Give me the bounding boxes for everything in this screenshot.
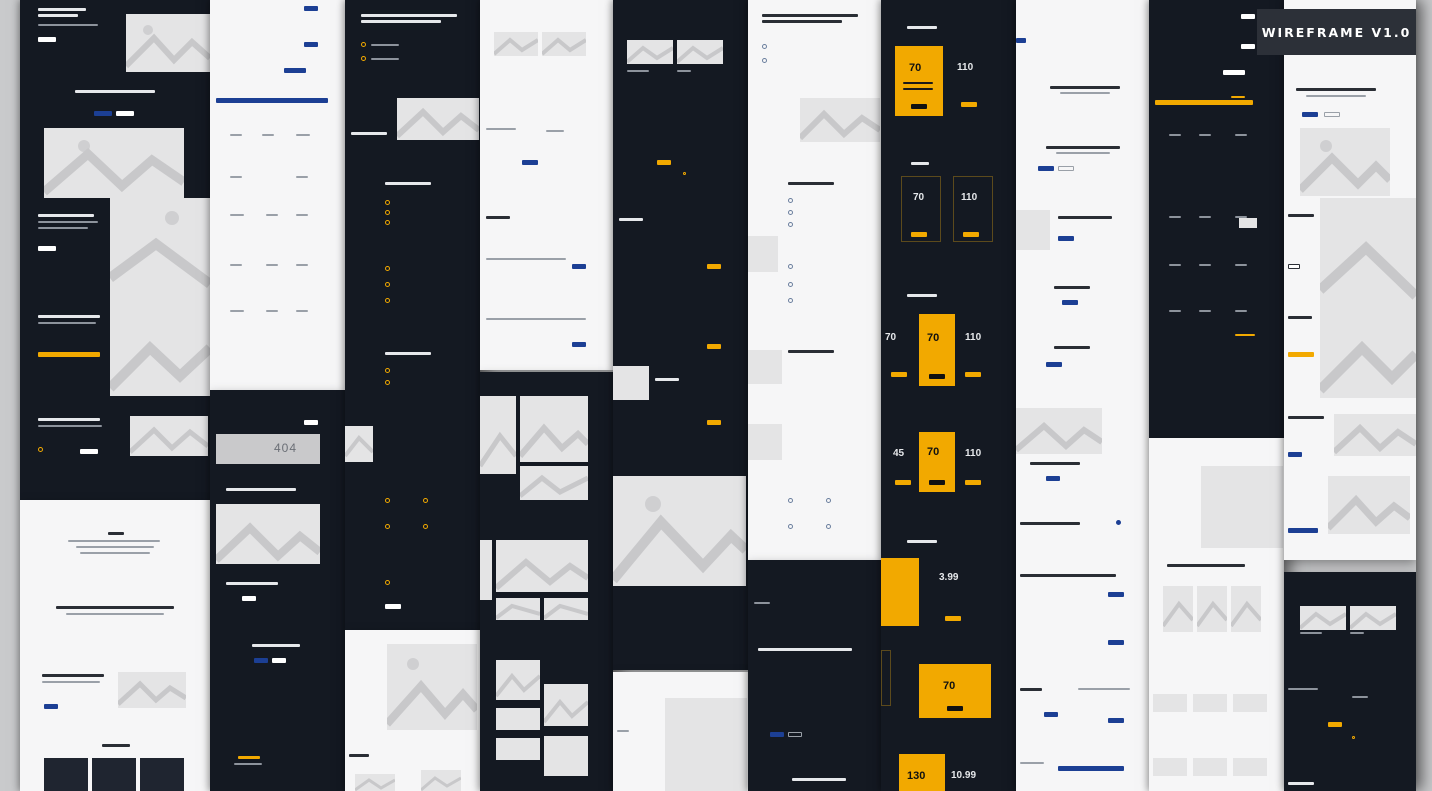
image-placeholder <box>1163 586 1193 632</box>
image-placeholder <box>44 128 184 198</box>
pricing-card: 70 <box>895 46 943 116</box>
wireframe-page <box>345 630 480 791</box>
image-placeholder <box>627 40 673 64</box>
image-placeholder <box>496 708 540 730</box>
image-placeholder <box>496 738 540 760</box>
image-placeholder <box>544 598 588 620</box>
pricing-card: 70 <box>919 432 955 492</box>
wireframe-column-8 <box>1016 0 1149 791</box>
image-placeholder <box>1328 476 1410 534</box>
pricing-card: 70 <box>919 664 991 718</box>
wireframe-page <box>1149 0 1284 438</box>
wireframe-page <box>1284 572 1416 791</box>
image-placeholder <box>345 426 373 462</box>
wireframe-page <box>1016 0 1149 791</box>
wireframe-page <box>748 560 881 791</box>
image-placeholder <box>1350 606 1396 630</box>
wireframe-column-10 <box>1284 0 1416 791</box>
image-placeholder <box>1231 586 1261 632</box>
image-placeholder <box>387 644 477 730</box>
image-placeholder <box>1233 694 1267 712</box>
wireframe-page <box>210 0 345 390</box>
image-placeholder <box>126 14 210 72</box>
image-placeholder <box>1201 466 1283 548</box>
wireframe-page <box>613 0 748 670</box>
image-placeholder <box>677 40 723 64</box>
image-placeholder <box>1016 408 1102 454</box>
image-placeholder <box>1334 414 1416 456</box>
pricing-card: 130 <box>899 754 945 791</box>
image-placeholder <box>110 198 210 396</box>
image-placeholder <box>542 32 586 56</box>
image-placeholder <box>480 396 516 474</box>
wireframe-page <box>748 0 881 560</box>
image-placeholder <box>748 424 782 460</box>
image-placeholder <box>748 350 782 384</box>
image-placeholder <box>1193 758 1227 776</box>
image-placeholder <box>1300 606 1346 630</box>
wireframe-column-7: 70 110 70 110 70 70 110 70 45 110 3.99 7… <box>881 0 1016 791</box>
wireframe-page <box>345 0 480 630</box>
image-placeholder <box>1233 758 1267 776</box>
wireframe-page: 70 110 70 110 70 70 110 70 45 110 3.99 7… <box>881 0 1016 791</box>
wireframe-page <box>480 0 613 370</box>
wireframe-column-9 <box>1149 0 1284 791</box>
wireframe-column-5 <box>613 0 748 791</box>
image-placeholder <box>480 540 492 600</box>
pricing-card: 70 <box>919 314 955 386</box>
image-placeholder <box>494 32 538 56</box>
image-placeholder <box>520 466 588 500</box>
image-placeholder <box>496 540 588 592</box>
pricing-card <box>881 558 919 626</box>
wireframe-page: 404 <box>210 390 345 791</box>
image-placeholder <box>1320 198 1416 398</box>
wireframe-version-badge: WIREFRAME V1.0 <box>1257 9 1416 55</box>
image-placeholder <box>613 476 746 586</box>
image-placeholder <box>118 672 186 708</box>
image-placeholder <box>520 396 588 462</box>
wireframe-column-2: 404 <box>210 0 345 791</box>
wireframe-page <box>1284 0 1416 560</box>
wireframe-page <box>20 0 210 500</box>
image-placeholder <box>496 598 540 620</box>
wireframe-page <box>20 500 210 791</box>
wireframe-page <box>1149 438 1284 791</box>
image-placeholder <box>665 698 747 791</box>
image-placeholder <box>1300 128 1390 196</box>
error-code: 404 <box>274 441 298 455</box>
image-placeholder <box>355 774 395 791</box>
image-placeholder <box>1197 586 1227 632</box>
image-placeholder <box>544 736 588 776</box>
wireframe-column-3 <box>345 0 480 791</box>
wireframe-page <box>480 372 613 791</box>
image-placeholder <box>544 684 588 726</box>
wireframe-collage: 404 70 110 70 110 70 70 110 70 45 110 3.… <box>0 0 1432 791</box>
image-placeholder <box>1016 210 1050 250</box>
wireframe-page <box>613 672 748 791</box>
image-placeholder <box>216 504 320 564</box>
image-placeholder <box>496 660 540 700</box>
image-placeholder <box>1193 694 1227 712</box>
image-placeholder <box>1153 694 1187 712</box>
image-placeholder <box>1153 758 1187 776</box>
image-placeholder <box>800 98 880 142</box>
wireframe-column-1 <box>20 0 210 791</box>
image-placeholder <box>613 366 649 400</box>
wireframe-column-4 <box>480 0 613 791</box>
image-placeholder <box>421 770 461 791</box>
image-placeholder <box>130 416 208 456</box>
image-placeholder <box>748 236 778 272</box>
image-placeholder <box>1239 218 1257 228</box>
wireframe-column-6 <box>748 0 881 791</box>
image-placeholder <box>397 98 479 140</box>
